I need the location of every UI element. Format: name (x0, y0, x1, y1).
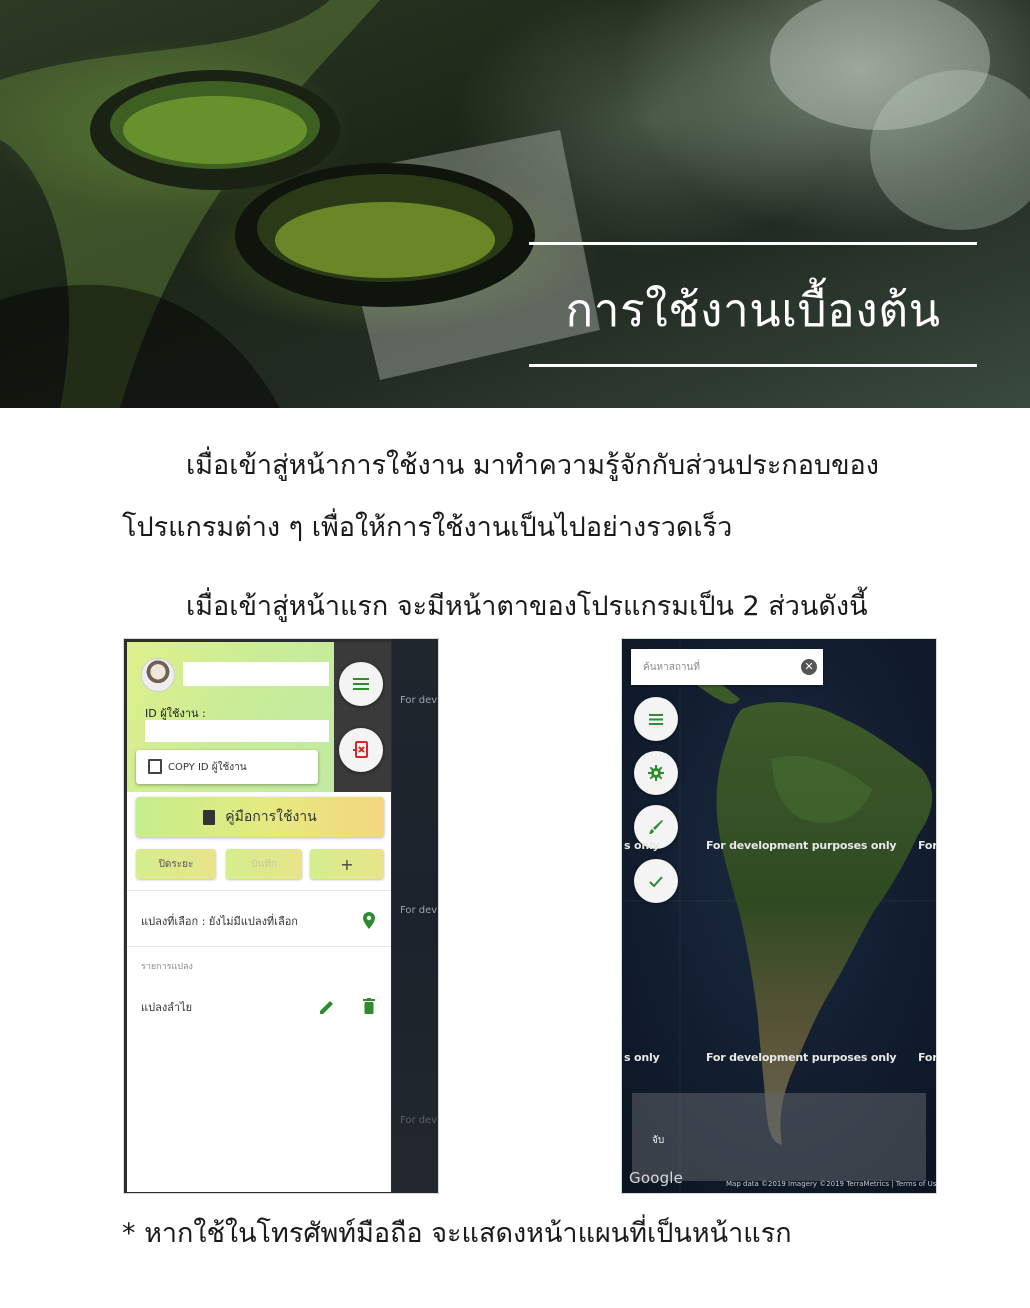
exit-icon (353, 741, 368, 758)
delete-icon[interactable] (363, 998, 375, 1014)
banner-top-rule (529, 242, 977, 245)
plot-list-heading: รายการแปลง (141, 962, 193, 972)
map-watermark: For (918, 839, 937, 852)
check-icon (649, 875, 663, 887)
intro-line-3: เมื่อเข้าสู่หน้าแรก จะมีหน้าตาของโปรแกรม… (186, 591, 868, 622)
fab-column (334, 642, 391, 792)
map-watermark: For dev (400, 905, 438, 916)
brush-icon (649, 820, 663, 834)
menu-icon (353, 678, 369, 690)
mobile-footnote: * หากใช้ในโทรศัพท์มือถือ จะแสดงหน้าแผนที… (122, 1218, 792, 1249)
plot-item-label[interactable]: แปลงลำไย (141, 998, 192, 1016)
search-placeholder: ค้นหาสถานที่ (643, 661, 700, 673)
location-pin-icon[interactable] (363, 912, 375, 929)
user-manual-button[interactable]: คู่มือการใช้งาน (136, 797, 384, 837)
close-icon[interactable]: ✕ (801, 659, 817, 675)
add-button[interactable]: + (310, 849, 384, 879)
map-watermark: For dev (400, 1115, 438, 1126)
map-background-strip: For dev For dev For dev (392, 639, 438, 1193)
close-radius-button[interactable]: ปิดระยะ (136, 849, 216, 879)
menu-button[interactable] (634, 697, 678, 741)
gear-icon (648, 765, 664, 781)
map-watermark: For development purposes only (706, 1051, 897, 1064)
intro-line-1: เมื่อเข้าสู่หน้าการใช้งาน มาทำความรู้จัก… (186, 450, 879, 481)
avatar (141, 658, 175, 692)
menu-icon (649, 713, 663, 725)
page-title: การใช้งานเบื้องต้น (565, 283, 941, 337)
map-attribution[interactable]: Map data ©2019 Imagery ©2019 TerraMetric… (726, 1180, 936, 1188)
map-info-text: จับ (652, 1135, 665, 1146)
exit-button[interactable] (339, 728, 383, 772)
copy-icon (148, 759, 162, 774)
search-input[interactable]: ค้นหาสถานที่ ✕ (631, 649, 823, 685)
map-watermark: s only (624, 1051, 660, 1064)
divider (127, 890, 391, 891)
user-manual-label: คู่มือการใช้งาน (225, 809, 317, 825)
banner-bottom-rule (529, 364, 977, 367)
copy-id-button[interactable]: COPY ID ผู้ใช้งาน (136, 750, 318, 784)
map-watermark: For (918, 1051, 937, 1064)
intro-line-2: โปรแกรมต่าง ๆ เพื่อให้การใช้งานเป็นไปอย่… (122, 512, 733, 543)
edit-icon[interactable] (319, 999, 335, 1015)
side-panel: ID ผู้ใช้งาน : COPY ID ผู้ใช้งาน คู่มือก… (127, 642, 391, 1192)
map-watermark: s only (624, 839, 660, 852)
confirm-button[interactable] (634, 859, 678, 903)
user-id-field (145, 720, 329, 742)
map-watermark: For dev (400, 695, 438, 706)
settings-button[interactable] (634, 751, 678, 795)
map-screenshot: ค้นหาสถานที่ ✕ s only For development pu… (621, 638, 937, 1194)
menu-panel-screenshot: For dev For dev For dev ID ผู้ใช้งาน : C… (123, 638, 439, 1194)
user-name-field (183, 662, 329, 686)
book-icon (203, 809, 216, 825)
save-button[interactable]: บันทึก (226, 849, 302, 879)
map-info-panel: จับ (632, 1093, 926, 1181)
google-logo: Google (629, 1169, 684, 1187)
copy-id-label: COPY ID ผู้ใช้งาน (168, 761, 247, 773)
header-banner: การใช้งานเบื้องต้น (0, 0, 1030, 408)
divider (127, 946, 391, 947)
menu-button[interactable] (339, 662, 383, 706)
map-watermark: For development purposes only (706, 839, 897, 852)
selected-plot-text: แปลงที่เลือก : ยังไม่มีแปลงที่เลือก (141, 915, 298, 928)
